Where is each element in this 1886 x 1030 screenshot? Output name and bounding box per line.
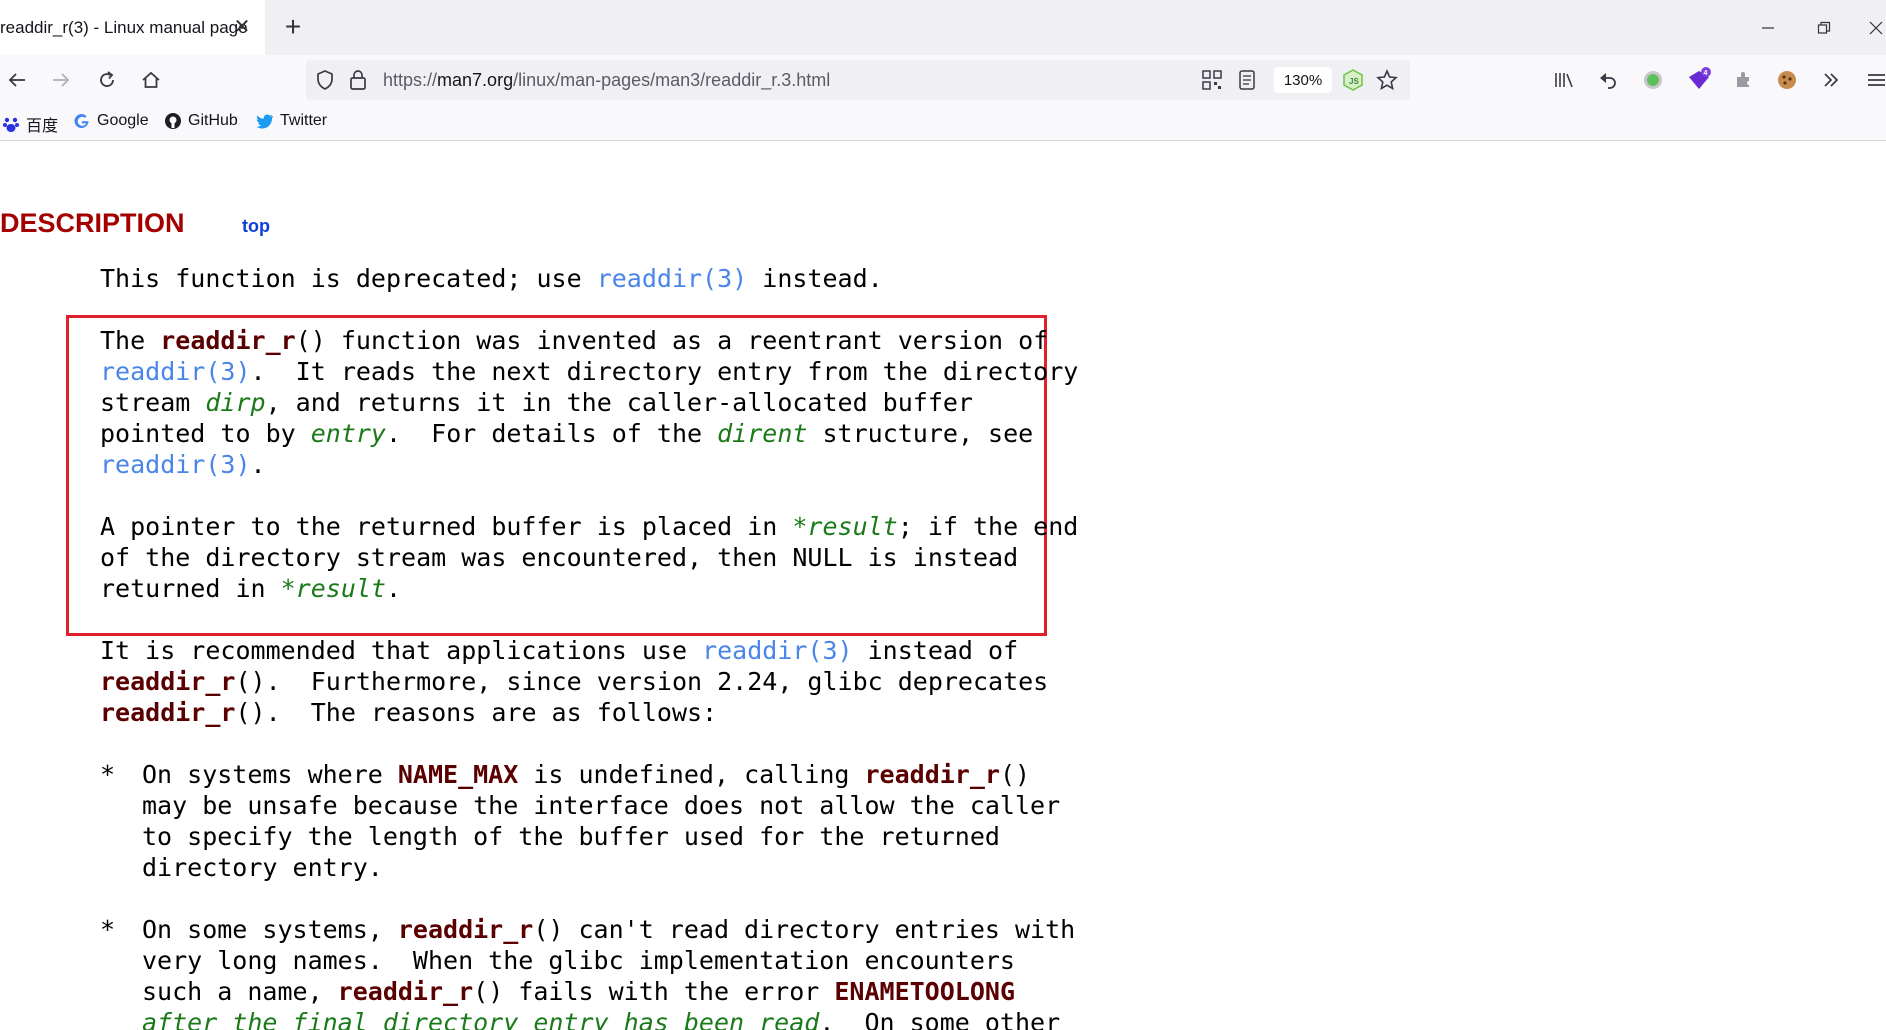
bookmark-github[interactable]: GitHub bbox=[164, 112, 238, 130]
paragraph-deprecated: This function is deprecated; use readdir… bbox=[100, 264, 883, 293]
nodejs-extension-icon[interactable]: JS bbox=[1342, 69, 1364, 96]
cookie-icon bbox=[1778, 71, 1796, 89]
url-text[interactable]: https://man7.org/linux/man-pages/man3/re… bbox=[383, 70, 830, 91]
shield-icon[interactable] bbox=[314, 69, 336, 96]
bookmark-label: Twitter bbox=[280, 112, 328, 129]
minimize-icon bbox=[1762, 27, 1774, 29]
back-arrow-icon bbox=[8, 73, 25, 87]
forward-button[interactable] bbox=[46, 65, 76, 95]
bullet-star: * bbox=[100, 915, 116, 944]
google-icon bbox=[73, 112, 91, 130]
purple-bookmark-icon: 4 bbox=[1689, 67, 1711, 89]
restore-button[interactable] bbox=[1810, 14, 1838, 42]
restore-icon bbox=[1817, 21, 1831, 34]
cookie-extension-button[interactable] bbox=[1772, 65, 1802, 95]
back-button[interactable] bbox=[2, 65, 32, 95]
bullet-2-line-3: such a name, readdir_r() fails with the … bbox=[142, 977, 1015, 1006]
lock-icon[interactable] bbox=[348, 69, 368, 96]
green-circle-icon bbox=[1644, 71, 1662, 89]
zoom-level-button[interactable]: 130% bbox=[1274, 67, 1332, 93]
forward-arrow-icon bbox=[53, 73, 70, 87]
reload-button[interactable] bbox=[92, 65, 122, 95]
close-window-button[interactable] bbox=[1862, 14, 1886, 42]
overflow-menu-button[interactable] bbox=[1816, 65, 1846, 95]
bullet-2-line-1: On some systems, readdir_r() can't read … bbox=[142, 915, 1076, 944]
bookmark-star-icon[interactable] bbox=[1376, 68, 1398, 96]
paragraph-recommend-line-3: readdir_r(). The reasons are as follows: bbox=[100, 698, 718, 727]
bullet-2-line-2: very long names. When the glibc implemen… bbox=[142, 946, 1015, 975]
paragraph-reentrant-line-5: readdir(3). bbox=[100, 450, 266, 479]
bullet-1-line-4: directory entry. bbox=[142, 853, 383, 882]
readdir-link[interactable]: readdir(3) bbox=[702, 636, 853, 665]
navigation-toolbar: https://man7.org/linux/man-pages/man3/re… bbox=[0, 55, 1886, 105]
bookmarks-toolbar: 百度 Google GitHub Twitter bbox=[0, 105, 1886, 141]
puzzle-icon bbox=[1737, 72, 1749, 87]
bullet-star: * bbox=[100, 760, 116, 789]
paragraph-result-line-2: of the directory stream was encountered,… bbox=[100, 543, 1019, 572]
baidu-icon bbox=[2, 115, 20, 133]
double-chevron-icon bbox=[1824, 73, 1839, 87]
svg-text:4: 4 bbox=[1704, 70, 1708, 77]
tab-title: readdir_r(3) - Linux manual page bbox=[0, 17, 248, 37]
paragraph-result-line-1: A pointer to the returned buffer is plac… bbox=[100, 512, 1079, 541]
bookmark-extension-button[interactable]: 4 bbox=[1684, 65, 1714, 95]
undo-close-tab-button[interactable] bbox=[1593, 65, 1623, 95]
hamburger-icon bbox=[1868, 74, 1885, 86]
paragraph-result-line-3: returned in *result. bbox=[100, 574, 402, 603]
undo-icon bbox=[1600, 73, 1616, 89]
bookmark-label: Google bbox=[97, 112, 149, 129]
bookmark-twitter[interactable]: Twitter bbox=[256, 112, 327, 130]
bookmark-baidu[interactable]: 百度 bbox=[2, 112, 58, 136]
paragraph-reentrant-line-3: stream dirp, and returns it in the calle… bbox=[100, 388, 973, 417]
tab-close-icon[interactable]: ✕ bbox=[231, 15, 253, 38]
paragraph-reentrant-line-2: readdir(3). It reads the next directory … bbox=[100, 357, 1079, 386]
library-icon bbox=[1555, 73, 1573, 88]
readdir-link[interactable]: readdir(3) bbox=[100, 357, 251, 386]
paragraph-recommend-line-2: readdir_r(). Furthermore, since version … bbox=[100, 667, 1049, 696]
top-link[interactable]: top bbox=[242, 216, 270, 237]
app-menu-button[interactable] bbox=[1860, 65, 1886, 95]
twitter-icon bbox=[256, 112, 274, 130]
qr-code-icon[interactable] bbox=[1202, 70, 1222, 95]
tab-strip: readdir_r(3) - Linux manual page ✕ + bbox=[0, 0, 1886, 55]
new-tab-button[interactable]: + bbox=[278, 11, 308, 42]
bullet-2-line-4: after the final directory entry has been… bbox=[142, 1008, 1061, 1030]
home-button[interactable] bbox=[136, 65, 166, 95]
bookmark-label: GitHub bbox=[188, 112, 238, 129]
library-button[interactable] bbox=[1549, 65, 1579, 95]
github-icon bbox=[164, 112, 182, 130]
status-extension-button[interactable] bbox=[1638, 65, 1668, 95]
bookmark-label: 百度 bbox=[26, 118, 59, 135]
readdir-link[interactable]: readdir(3) bbox=[597, 264, 748, 293]
address-bar[interactable]: https://man7.org/linux/man-pages/man3/re… bbox=[306, 60, 1410, 100]
paragraph-recommend-line-1: It is recommended that applications use … bbox=[100, 636, 1019, 665]
close-icon bbox=[1869, 21, 1883, 35]
bullet-1-line-2: may be unsafe because the interface does… bbox=[142, 791, 1061, 820]
paragraph-reentrant-line-1: The readdir_r() function was invented as… bbox=[100, 326, 1049, 355]
bullet-1-line-3: to specify the length of the buffer used… bbox=[142, 822, 1000, 851]
bookmark-google[interactable]: Google bbox=[73, 112, 149, 130]
home-icon bbox=[142, 71, 160, 88]
bullet-1-line-1: On systems where NAME_MAX is undefined, … bbox=[142, 760, 1031, 789]
paragraph-reentrant-line-4: pointed to by entry. For details of the … bbox=[100, 419, 1034, 448]
reader-view-icon[interactable] bbox=[1238, 70, 1256, 95]
section-heading: DESCRIPTION bbox=[0, 208, 185, 238]
readdir-link[interactable]: readdir(3) bbox=[100, 450, 251, 479]
minimize-button[interactable] bbox=[1754, 14, 1782, 42]
page-content: DESCRIPTION top This function is depreca… bbox=[0, 142, 1886, 1030]
svg-text:JS: JS bbox=[1349, 77, 1359, 86]
active-tab[interactable]: readdir_r(3) - Linux manual page ✕ bbox=[0, 0, 265, 55]
puzzle-extension-button[interactable] bbox=[1728, 65, 1758, 95]
reload-icon bbox=[100, 71, 114, 87]
